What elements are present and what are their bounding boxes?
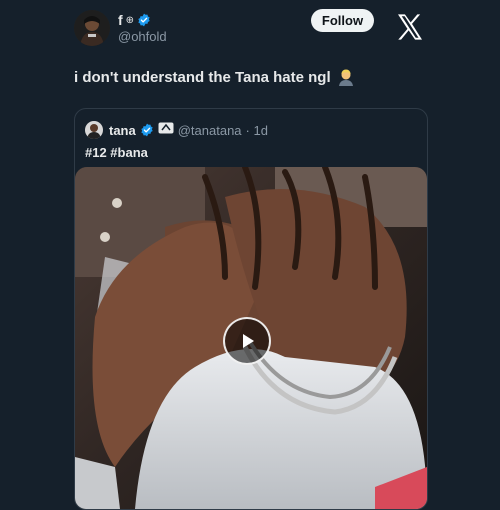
quoted-tweet-text: #12 #bana	[85, 145, 148, 160]
play-icon[interactable]	[223, 317, 271, 365]
tweet-body: i don't understand the Tana hate ngl	[74, 68, 355, 86]
verified-badge-icon	[137, 13, 151, 27]
author-handle[interactable]: @ohfold	[118, 29, 167, 44]
ring-symbol-icon: ⊕	[125, 14, 135, 26]
quoted-author-handle[interactable]: @tanatana	[178, 123, 242, 138]
quoted-tweet-card[interactable]: tana @tanatana · 1d #12 #bana	[74, 108, 428, 510]
quoted-timestamp[interactable]: · 1d	[246, 123, 268, 138]
author-avatar[interactable]	[74, 10, 110, 46]
follow-button[interactable]: Follow	[311, 9, 374, 32]
video-thumbnail[interactable]	[75, 167, 427, 509]
blond-man-emoji-icon	[337, 68, 355, 86]
author-display-name[interactable]: f	[118, 12, 123, 28]
quoted-author-name[interactable]: tana	[109, 123, 136, 138]
x-logo-icon[interactable]	[394, 11, 426, 43]
verified-badge-icon	[140, 123, 154, 137]
affiliate-badge-icon	[158, 121, 174, 139]
tweet-header: f ⊕ @ohfold Follow	[0, 0, 500, 56]
tweet-text: i don't understand the Tana hate ngl	[74, 68, 331, 86]
quoted-author-avatar[interactable]	[85, 121, 103, 139]
